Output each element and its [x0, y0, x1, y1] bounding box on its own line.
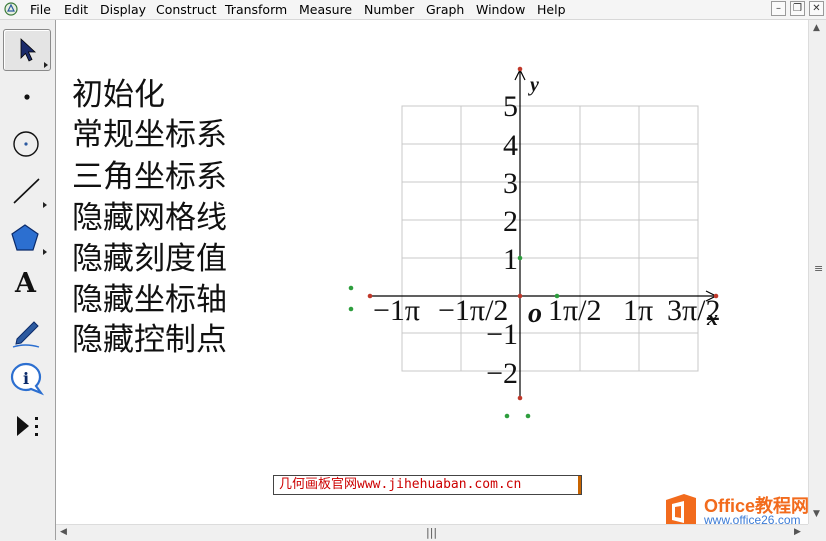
y-tick-label: −2 — [486, 357, 518, 390]
control-point[interactable] — [367, 293, 373, 299]
vertical-scrollbar[interactable]: ▲ ≡ ▼ — [808, 20, 826, 524]
y-tick-label: 2 — [503, 205, 518, 238]
y-tick-labels: 5 4 3 2 1 −1 −2 — [486, 90, 518, 390]
site-caption: 几何画板官网www.jihehuaban.com.cn — [273, 475, 582, 495]
scroll-left-icon[interactable]: ◀ — [60, 527, 67, 537]
axes — [370, 68, 718, 398]
x-tick-label: 1π/2 — [548, 294, 601, 327]
origin-label: o — [528, 298, 542, 329]
caption-cn-text: 几何画板官网 — [279, 477, 358, 492]
y-tick-label: 1 — [503, 243, 518, 276]
y-tick-label: 4 — [503, 129, 518, 162]
control-point[interactable] — [517, 66, 523, 72]
caption-url-text: www.jihehuaban.com.cn — [357, 477, 522, 492]
scroll-grip-icon[interactable]: ||| — [426, 526, 437, 539]
control-point[interactable] — [348, 285, 354, 291]
scroll-up-icon[interactable]: ▲ — [813, 23, 820, 33]
horizontal-scrollbar[interactable]: ◀ ||| ▶ — [56, 524, 808, 541]
scroll-down-icon[interactable]: ▼ — [813, 509, 820, 519]
x-tick-labels: −1π −1π/2 1π/2 1π 3π/2 — [373, 294, 720, 327]
y-tick-label: 5 — [503, 90, 518, 123]
scroll-grip-icon[interactable]: ≡ — [814, 262, 823, 275]
grid — [401, 105, 699, 372]
coordinate-plot: y x o 5 4 3 2 1 −1 −2 −1π −1π/2 1π/2 1π … — [348, 66, 720, 419]
control-point[interactable] — [525, 413, 531, 419]
y-axis-label: y — [528, 74, 539, 96]
control-point[interactable] — [517, 255, 523, 261]
control-point[interactable] — [517, 395, 523, 401]
control-point[interactable] — [713, 293, 719, 299]
control-point[interactable] — [348, 306, 354, 312]
x-tick-label: 1π — [623, 294, 653, 327]
control-points[interactable] — [348, 66, 719, 419]
y-tick-label: 3 — [503, 167, 518, 200]
control-point[interactable] — [554, 293, 560, 299]
origin-point[interactable] — [517, 293, 523, 299]
control-point[interactable] — [504, 413, 510, 419]
x-tick-label: 3π/2 — [667, 294, 720, 327]
x-tick-label: −1π — [373, 294, 420, 327]
x-tick-label: −1π/2 — [438, 294, 508, 327]
scroll-right-icon[interactable]: ▶ — [794, 527, 801, 537]
